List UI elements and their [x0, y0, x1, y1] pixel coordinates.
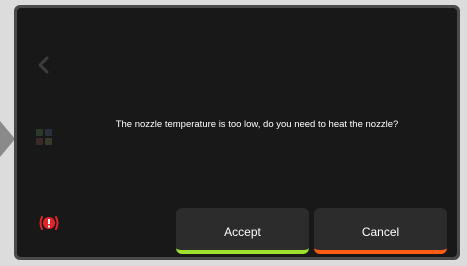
printer-display: The nozzle temperature is too low, do yo…: [17, 8, 457, 257]
dialog-message: The nozzle temperature is too low, do yo…: [115, 119, 399, 130]
apps-grid-icon[interactable]: [36, 129, 54, 147]
device-screen-frame: The nozzle temperature is too low, do yo…: [14, 5, 460, 260]
alert-icon[interactable]: [38, 215, 60, 231]
accept-button[interactable]: Accept: [176, 208, 309, 254]
chevron-left-icon: [38, 56, 49, 74]
left-arrow-icon: [0, 121, 15, 157]
cancel-button[interactable]: Cancel: [314, 208, 447, 254]
back-button[interactable]: [37, 55, 53, 75]
